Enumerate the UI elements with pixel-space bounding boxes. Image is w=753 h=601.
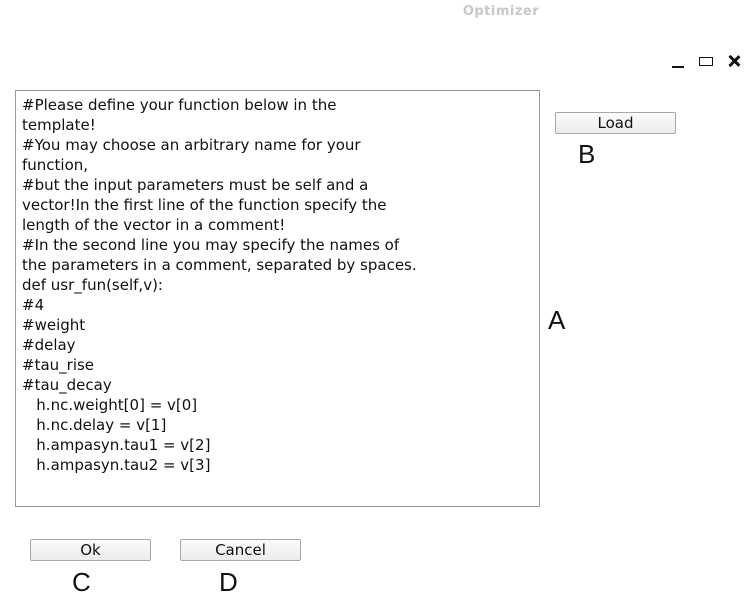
code-line: #but the input parameters must be self a… xyxy=(22,176,369,194)
code-line: #tau_rise xyxy=(22,356,95,374)
code-line: #4 xyxy=(22,296,45,314)
code-line: h.nc.weight[0] = v[0] xyxy=(22,396,198,414)
window-title: Optimizer xyxy=(462,4,540,19)
code-line: #delay xyxy=(22,336,76,354)
code-line: the parameters in a comment, separated b… xyxy=(22,256,417,274)
code-line: #tau_decay xyxy=(22,376,112,394)
window-controls xyxy=(671,54,741,68)
code-line: h.nc.delay = v[1] xyxy=(22,416,167,434)
code-line: length of the vector in a comment! xyxy=(22,216,286,234)
minimize-icon[interactable] xyxy=(671,54,685,68)
close-icon[interactable] xyxy=(727,54,741,68)
cancel-button[interactable]: Cancel xyxy=(180,539,301,561)
code-line: #Please define your function below in th… xyxy=(22,96,337,114)
annotation-marker-c: C xyxy=(72,567,91,597)
code-line: vector!In the first line of the function… xyxy=(22,196,387,214)
code-line: h.ampasyn.tau2 = v[3] xyxy=(22,456,211,474)
annotation-marker-a: A xyxy=(548,305,566,335)
maximize-icon[interactable] xyxy=(699,54,713,68)
function-code-editor[interactable]: #Please define your function below in th… xyxy=(15,90,540,507)
annotation-marker-b: B xyxy=(578,139,596,169)
code-line: h.ampasyn.tau1 = v[2] xyxy=(22,436,211,454)
code-line: def usr_fun(self,v): xyxy=(22,276,163,294)
code-line: function, xyxy=(22,156,89,174)
annotation-marker-d: D xyxy=(219,567,238,597)
code-line: #In the second line you may specify the … xyxy=(22,236,400,254)
ok-button[interactable]: Ok xyxy=(30,539,151,561)
code-line: template! xyxy=(22,116,96,134)
code-line: #You may choose an arbitrary name for yo… xyxy=(22,136,361,154)
code-line: #weight xyxy=(22,316,86,334)
load-button[interactable]: Load xyxy=(555,112,676,134)
